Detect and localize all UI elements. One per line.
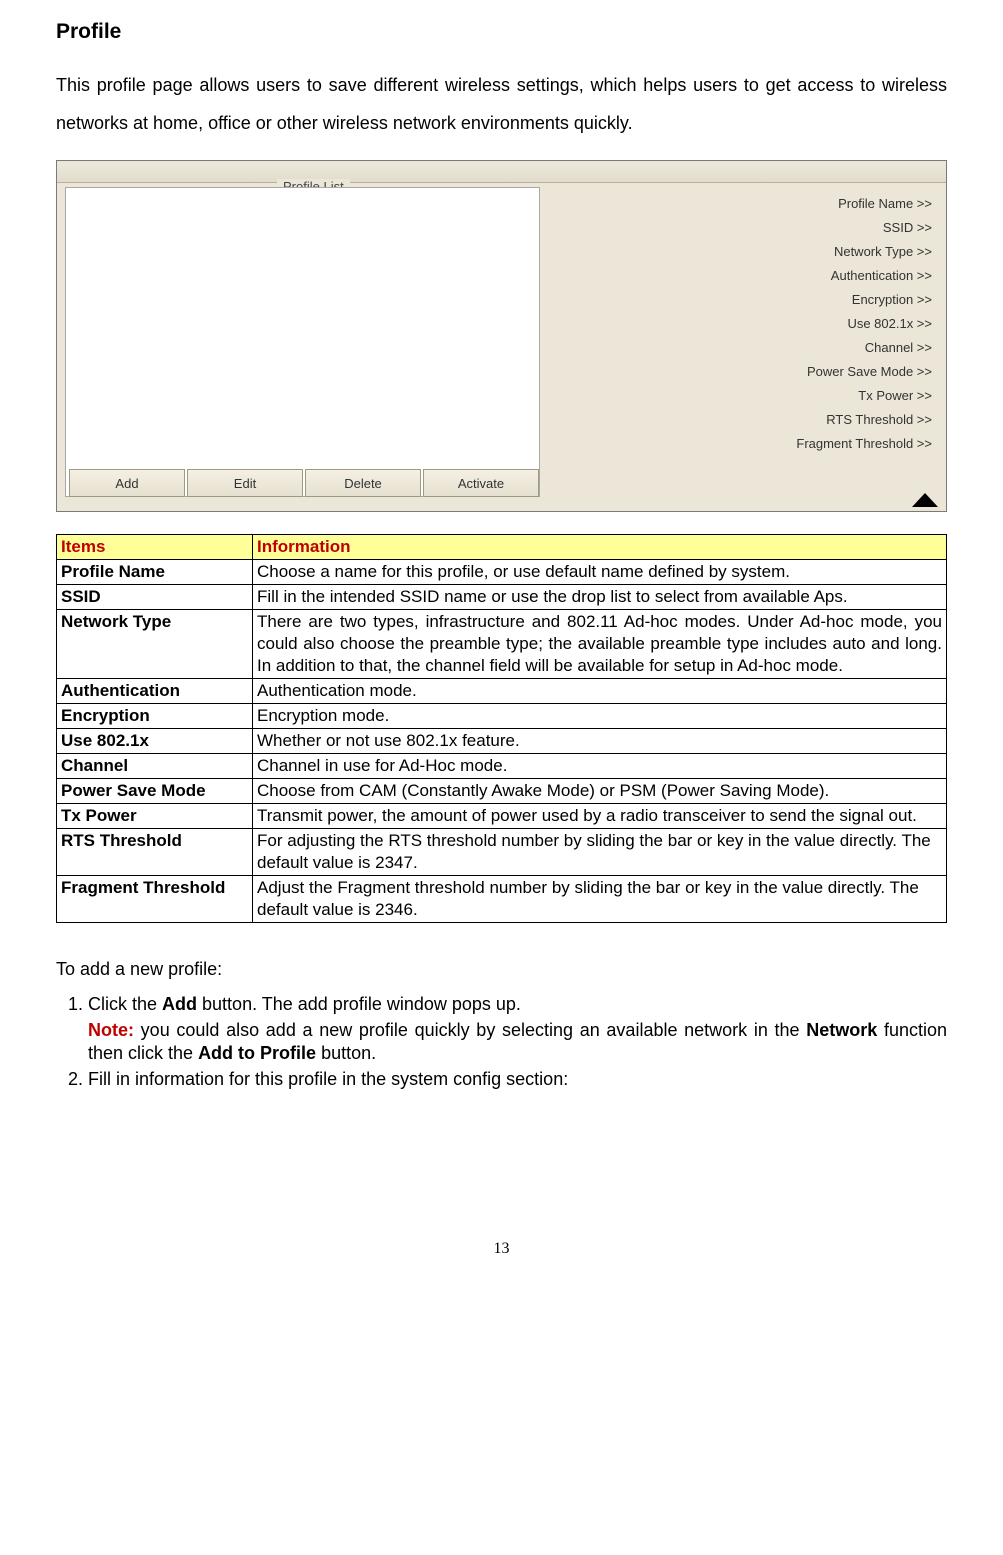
detail-label: Network Type >> [834, 244, 932, 259]
cell-val: Adjust the Fragment threshold number by … [253, 876, 947, 923]
detail-label: Tx Power >> [858, 388, 932, 403]
app-toolbar [57, 163, 946, 183]
cell-val: Choose from CAM (Constantly Awake Mode) … [253, 779, 947, 804]
cell-val: Transmit power, the amount of power used… [253, 804, 947, 829]
page-number: 13 [56, 1240, 947, 1258]
detail-label: RTS Threshold >> [826, 412, 932, 427]
detail-label: Power Save Mode >> [807, 364, 932, 379]
note-text-e: button. [316, 1043, 376, 1063]
profile-screenshot: Profile List Add Edit Delete Activate Pr… [56, 160, 947, 512]
table-row: ChannelChannel in use for Ad-Hoc mode. [57, 754, 947, 779]
table-header-information: Information [253, 535, 947, 560]
cell-key: Encryption [57, 704, 253, 729]
table-row: Fragment ThresholdAdjust the Fragment th… [57, 876, 947, 923]
table-row: AuthenticationAuthentication mode. [57, 679, 947, 704]
cell-val: For adjusting the RTS threshold number b… [253, 829, 947, 876]
note-bold-network: Network [806, 1020, 877, 1040]
cell-val: Fill in the intended SSID name or use th… [253, 585, 947, 610]
detail-label: SSID >> [883, 220, 932, 235]
detail-label: Authentication >> [831, 268, 932, 283]
list-item: Click the Add button. The add profile wi… [88, 994, 947, 1065]
cell-val: There are two types, infrastructure and … [253, 610, 947, 679]
detail-label: Use 802.1x >> [847, 316, 932, 331]
note-label: Note: [88, 1020, 134, 1040]
delete-button[interactable]: Delete [305, 469, 421, 497]
detail-label: Profile Name >> [838, 196, 932, 211]
detail-label: Channel >> [865, 340, 932, 355]
cell-val: Channel in use for Ad-Hoc mode. [253, 754, 947, 779]
table-row: SSIDFill in the intended SSID name or us… [57, 585, 947, 610]
info-table: Items Information Profile NameChoose a n… [56, 534, 947, 923]
steps-list: Click the Add button. The add profile wi… [56, 994, 947, 1090]
page-title: Profile [56, 20, 947, 44]
step1-text-a: Click the [88, 994, 162, 1014]
edit-button[interactable]: Edit [187, 469, 303, 497]
step1-text-c: button. The add profile window pops up. [197, 994, 521, 1014]
table-header-items: Items [57, 535, 253, 560]
cell-key: Power Save Mode [57, 779, 253, 804]
step1-text-bold: Add [162, 994, 197, 1014]
cell-key: Network Type [57, 610, 253, 679]
profile-list-box[interactable] [65, 187, 540, 497]
steps-subheading: To add a new profile: [56, 959, 947, 980]
intro-paragraph: This profile page allows users to save d… [56, 66, 947, 142]
cell-key: Fragment Threshold [57, 876, 253, 923]
cell-key: SSID [57, 585, 253, 610]
collapse-icon[interactable] [912, 493, 938, 507]
table-row: Use 802.1xWhether or not use 802.1x feat… [57, 729, 947, 754]
note-bold-add-to-profile: Add to Profile [198, 1043, 316, 1063]
activate-button[interactable]: Activate [423, 469, 539, 497]
table-row: EncryptionEncryption mode. [57, 704, 947, 729]
cell-key: RTS Threshold [57, 829, 253, 876]
cell-val: Whether or not use 802.1x feature. [253, 729, 947, 754]
detail-label: Fragment Threshold >> [796, 436, 932, 451]
cell-key: Authentication [57, 679, 253, 704]
table-row: Profile NameChoose a name for this profi… [57, 560, 947, 585]
detail-label: Encryption >> [852, 292, 932, 307]
list-item: Fill in information for this profile in … [88, 1069, 947, 1090]
profile-details-panel: Profile Name >> SSID >> Network Type >> … [592, 191, 932, 455]
cell-key: Profile Name [57, 560, 253, 585]
table-row: Power Save ModeChoose from CAM (Constant… [57, 779, 947, 804]
table-row: RTS ThresholdFor adjusting the RTS thres… [57, 829, 947, 876]
table-row: Network TypeThere are two types, infrast… [57, 610, 947, 679]
cell-key: Use 802.1x [57, 729, 253, 754]
cell-val: Authentication mode. [253, 679, 947, 704]
add-button[interactable]: Add [69, 469, 185, 497]
cell-key: Channel [57, 754, 253, 779]
table-row: Tx PowerTransmit power, the amount of po… [57, 804, 947, 829]
cell-val: Choose a name for this profile, or use d… [253, 560, 947, 585]
note-text-a: you could also add a new profile quickly… [134, 1020, 806, 1040]
step1-note: Note: you could also add a new profile q… [88, 1019, 947, 1065]
cell-val: Encryption mode. [253, 704, 947, 729]
cell-key: Tx Power [57, 804, 253, 829]
